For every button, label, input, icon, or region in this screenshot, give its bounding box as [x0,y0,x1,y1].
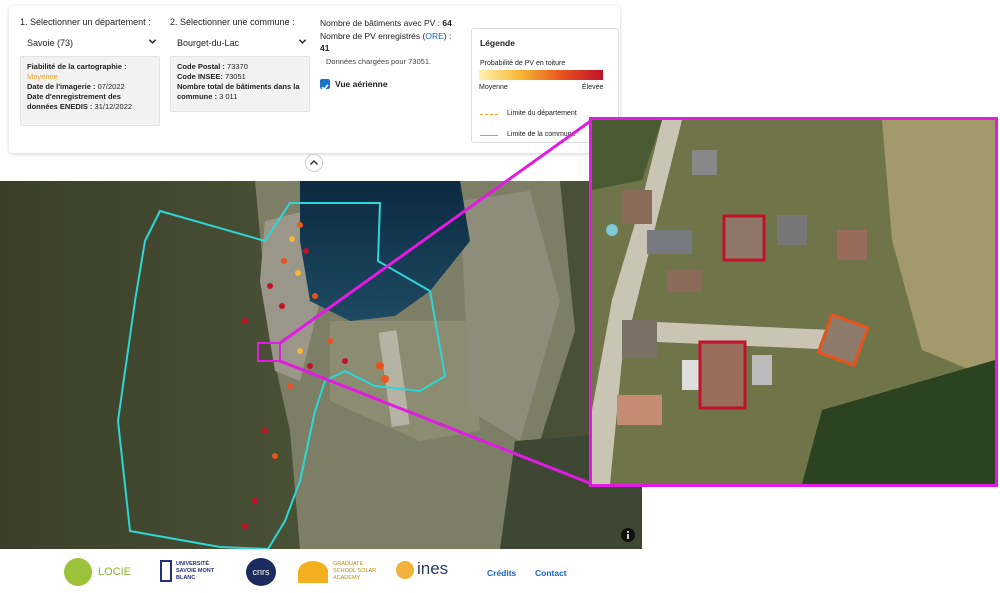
zoomed-view-canvas [592,120,995,484]
usmb-logo-text: UNIVERSITÉ SAVOIE MONT BLANC [176,561,215,581]
footer: LOCIE UNIVERSITÉ SAVOIE MONT BLANC cnrs … [0,549,642,593]
ines-logo [396,561,414,579]
solar-academy-logo-text: GRADUATE SCHOOL SOLAR ACADEMY [333,561,377,581]
usmb-logo [160,560,172,582]
locie-logo-text: LOCIE [98,566,132,578]
credits-link[interactable]: Crédits [487,568,516,578]
pv-building-high [722,214,766,262]
pv-building-high [698,340,747,410]
solar-academy-logo [298,561,328,583]
zoomed-aerial-view [589,117,998,487]
locie-logo [64,558,92,586]
ines-logo-text: ines [417,559,449,578]
cnrs-logo: cnrs [246,558,276,586]
contact-link[interactable]: Contact [535,568,567,578]
